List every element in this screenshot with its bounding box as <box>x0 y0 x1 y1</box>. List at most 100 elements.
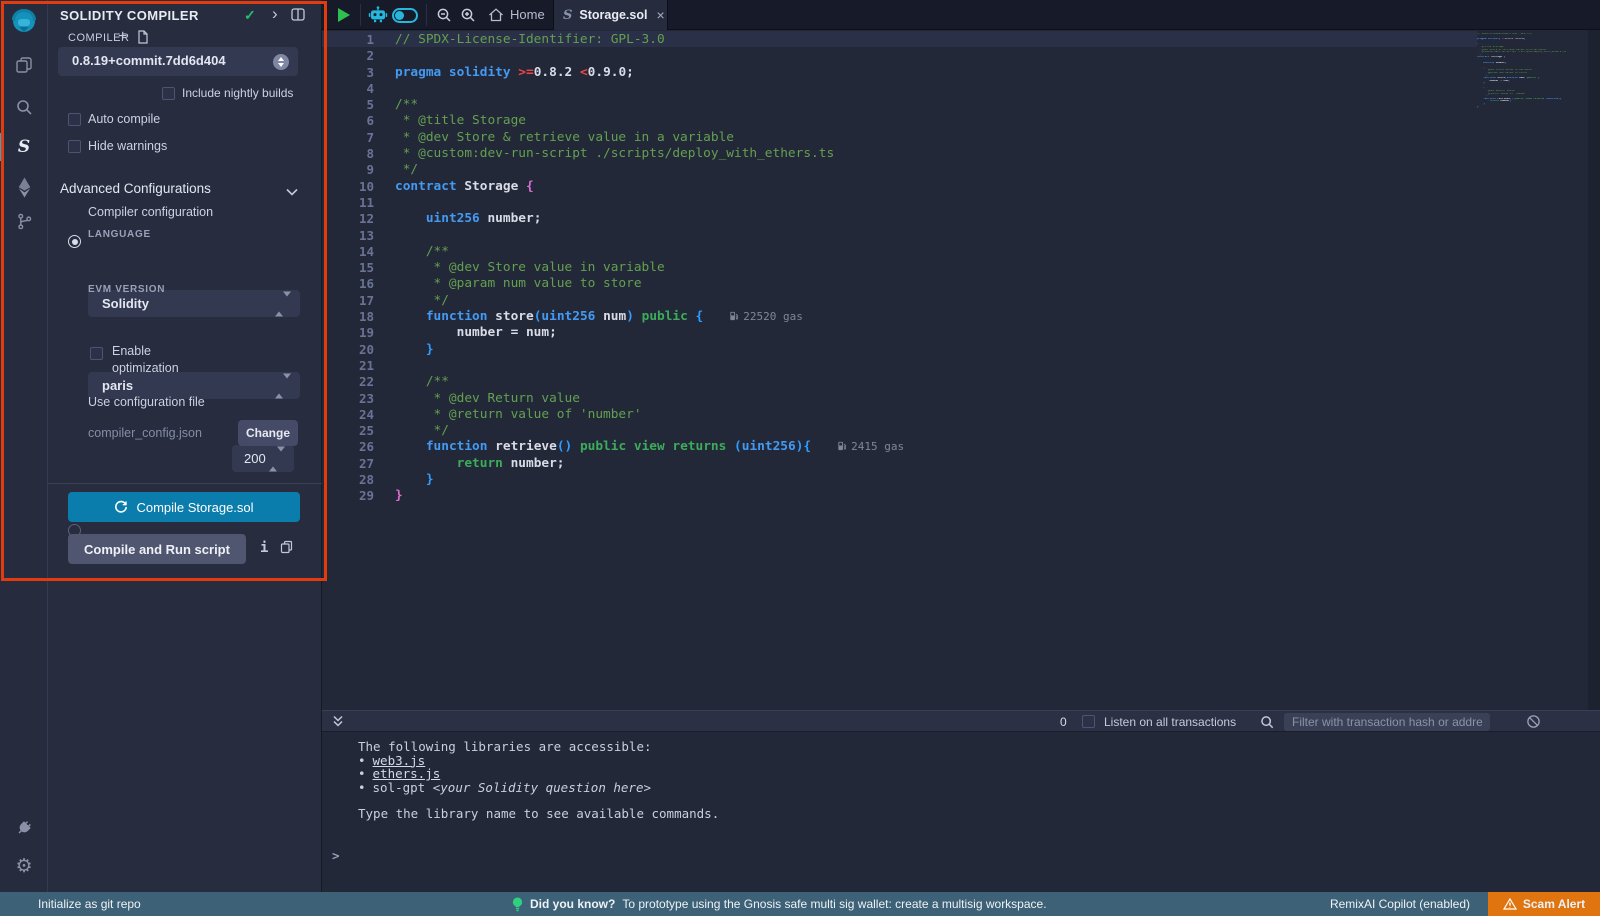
lightbulb-icon <box>512 897 523 912</box>
chevron-down-icon[interactable] <box>286 183 298 201</box>
gas-estimate: 22520 gas <box>729 310 803 323</box>
tab-storage-sol[interactable]: S Storage.sol × <box>553 0 668 30</box>
terminal-hint: Type the library name to see available c… <box>358 807 1600 821</box>
play-icon[interactable] <box>338 8 350 22</box>
code-editor[interactable]: 1234567891011121314151617181920212223242… <box>322 30 1600 710</box>
code-line[interactable]: function store(uint256 num) public {2252… <box>395 309 904 325</box>
solidity-file-icon: S <box>563 8 572 23</box>
select-arrows-icon <box>275 296 291 311</box>
code-line[interactable]: } <box>395 342 904 358</box>
zoom-in-icon[interactable] <box>460 7 476 28</box>
panel-next-icon[interactable]: › <box>272 8 278 20</box>
code-line[interactable]: */ <box>395 293 904 309</box>
editor-scrollbar[interactable] <box>1588 30 1600 710</box>
copilot-status[interactable]: RemixAI Copilot (enabled) <box>1330 892 1470 916</box>
include-nightly-checkbox[interactable] <box>162 87 175 100</box>
deploy-run-icon[interactable] <box>0 172 48 202</box>
code-line[interactable]: * @dev Return value <box>395 391 904 407</box>
plugin-manager-icon[interactable] <box>0 813 48 843</box>
code-line[interactable]: pragma solidity >=0.8.2 <0.9.0; <box>395 65 904 81</box>
select-arrows-icon <box>275 378 291 393</box>
status-bar: Initialize as git repo Did you know? To … <box>0 892 1600 916</box>
add-compiler-icon[interactable]: + <box>118 28 127 46</box>
compiler-configuration-radio[interactable] <box>68 235 81 248</box>
minimap[interactable]: // SPDX-License-Identifier: GPL-3.0pragm… <box>1477 33 1585 108</box>
code-line[interactable] <box>395 81 904 97</box>
info-icon[interactable]: i <box>260 540 268 556</box>
code-line[interactable] <box>395 195 904 211</box>
solidity-compiler-icon[interactable]: S <box>0 132 48 162</box>
git-init-button[interactable]: Initialize as git repo <box>38 892 141 916</box>
solidity-compiler-panel: SOLIDITY COMPILER ✓ › COMPILER + 0.8.19+… <box>48 0 322 892</box>
hide-warnings-checkbox[interactable] <box>68 140 81 153</box>
config-file-name[interactable]: compiler_config.json <box>88 426 202 440</box>
terminal[interactable]: The following libraries are accessible: … <box>322 732 1600 892</box>
terminal-prompt[interactable]: > <box>332 848 340 863</box>
split-view-icon[interactable] <box>291 8 305 26</box>
search-icon[interactable] <box>0 92 48 122</box>
collapse-terminal-icon[interactable] <box>332 715 344 733</box>
git-icon[interactable] <box>0 206 48 236</box>
code-line[interactable]: /** <box>395 97 904 113</box>
change-config-button[interactable]: Change <box>238 420 298 446</box>
clear-console-icon[interactable] <box>1526 714 1541 734</box>
code-line[interactable]: * @dev Store & retrieve value in a varia… <box>395 130 904 146</box>
copy-icon[interactable] <box>280 540 293 559</box>
code-line[interactable]: /** <box>395 244 904 260</box>
scam-alert-button[interactable]: Scam Alert <box>1488 892 1600 916</box>
tab-title: Storage.sol <box>579 8 647 22</box>
transaction-filter-input[interactable] <box>1284 713 1490 731</box>
code-line[interactable] <box>395 358 904 374</box>
code-line[interactable]: */ <box>395 162 904 178</box>
home-icon[interactable] <box>488 8 504 27</box>
close-tab-icon[interactable]: × <box>656 7 664 23</box>
code-line[interactable]: uint256 number; <box>395 211 904 227</box>
listen-transactions-label: Listen on all transactions <box>1104 711 1236 733</box>
compile-button-label: Compile Storage.sol <box>136 500 253 515</box>
zoom-out-icon[interactable] <box>436 7 452 28</box>
code-lines: // SPDX-License-Identifier: GPL-3.0 pragm… <box>395 32 904 505</box>
enable-optimization-checkbox[interactable] <box>90 347 103 360</box>
compile-button[interactable]: Compile Storage.sol <box>68 492 300 522</box>
terminal-list-item: •ethers.js <box>358 767 1600 781</box>
home-tab[interactable]: Home <box>510 0 545 30</box>
line-numbers: 1234567891011121314151617181920212223242… <box>322 32 374 505</box>
code-line[interactable]: } <box>395 472 904 488</box>
main-area: Home S Storage.sol × 1234567891011121314… <box>322 0 1600 892</box>
code-line[interactable] <box>395 48 904 64</box>
code-line[interactable]: * @param num value to store <box>395 276 904 292</box>
code-line[interactable]: // SPDX-License-Identifier: GPL-3.0 <box>395 32 904 48</box>
ai-toggle[interactable] <box>392 8 418 23</box>
ai-robot-icon[interactable] <box>368 6 388 28</box>
code-line[interactable]: * @return value of 'number' <box>395 407 904 423</box>
solgpt-command: sol-gpt <box>373 780 433 795</box>
code-line[interactable]: * @custom:dev-run-script ./scripts/deplo… <box>395 146 904 162</box>
code-line[interactable]: contract Storage { <box>395 179 904 195</box>
code-line[interactable]: } <box>395 488 904 504</box>
code-line[interactable]: function retrieve() public view returns … <box>395 439 904 455</box>
remix-logo[interactable] <box>8 7 40 39</box>
optimization-runs-input[interactable]: 200 <box>232 445 294 472</box>
editor-toolbar: Home S Storage.sol × <box>322 0 1600 30</box>
did-you-know-text: To prototype using the Gnosis safe multi… <box>622 897 1046 911</box>
workspaces-icon[interactable] <box>0 50 48 80</box>
auto-compile-checkbox[interactable] <box>68 113 81 126</box>
code-line[interactable]: * @title Storage <box>395 113 904 129</box>
terminal-intro: The following libraries are accessible: <box>358 740 1600 754</box>
compiler-version-select[interactable]: 0.8.19+commit.7dd6d404 <box>58 47 298 76</box>
advanced-configurations-header[interactable]: Advanced Configurations <box>60 181 211 196</box>
listen-transactions-checkbox[interactable] <box>1082 715 1095 728</box>
compile-success-check-icon: ✓ <box>244 7 256 24</box>
code-line[interactable]: number = num; <box>395 325 904 341</box>
enable-optimization-label: Enable optimization <box>112 343 204 377</box>
compiler-version-value: 0.8.19+commit.7dd6d404 <box>58 47 298 75</box>
code-line[interactable]: */ <box>395 423 904 439</box>
code-line[interactable]: return number; <box>395 456 904 472</box>
scam-alert-label: Scam Alert <box>1523 897 1585 911</box>
code-line[interactable]: /** <box>395 374 904 390</box>
use-configuration-file-label: Use configuration file <box>88 395 205 409</box>
code-line[interactable] <box>395 228 904 244</box>
code-line[interactable]: * @dev Store value in variable <box>395 260 904 276</box>
compile-and-run-button[interactable]: Compile and Run script <box>68 534 246 564</box>
settings-icon[interactable]: ⚙ <box>0 851 48 881</box>
